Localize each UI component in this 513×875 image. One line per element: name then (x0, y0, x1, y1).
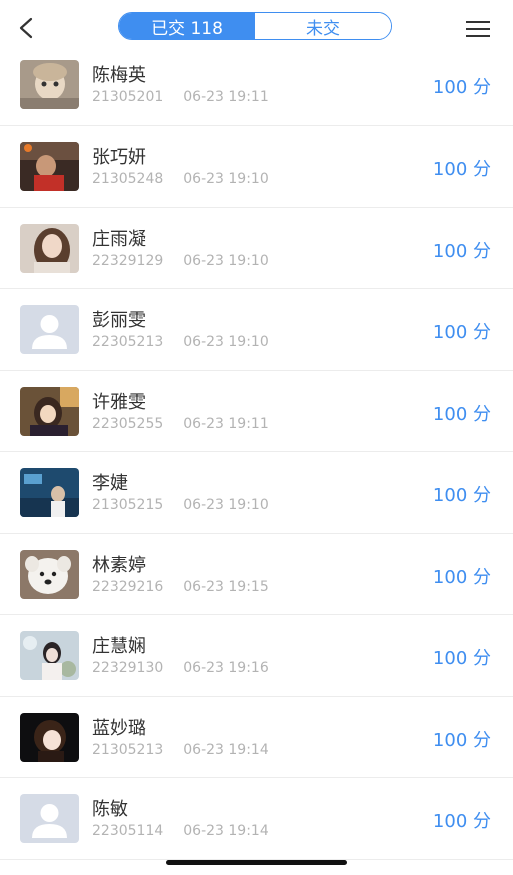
score: 100 分 (432, 240, 491, 262)
student-meta: 22305255 06-23 19:11 (92, 416, 269, 432)
list-item[interactable]: 庄慧娴 22329130 06-23 19:16 100 分 (0, 615, 513, 697)
student-meta: 21305213 06-23 19:14 (92, 742, 269, 758)
score: 100 分 (432, 566, 491, 588)
submission-tabs: 已交 118 未交 (118, 12, 392, 40)
list-item[interactable]: 许雅雯 22305255 06-23 19:11 100 分 (0, 370, 513, 452)
student-name: 许雅雯 (92, 391, 146, 413)
submit-time: 06-23 19:11 (183, 415, 269, 432)
list-item[interactable]: 张巧妍 21305248 06-23 19:10 100 分 (0, 126, 513, 208)
list-item[interactable]: 李婕 21305215 06-23 19:10 100 分 (0, 452, 513, 534)
submit-time: 06-23 19:14 (183, 741, 269, 758)
student-id: 22329130 (92, 660, 164, 676)
student-id: 21305248 (92, 171, 164, 187)
default-avatar-icon (20, 794, 79, 843)
student-id: 22329129 (92, 252, 164, 269)
student-id: 22329216 (92, 578, 164, 595)
submit-time: 06-23 19:14 (183, 823, 269, 839)
avatar (20, 468, 79, 517)
student-name: 蓝妙璐 (92, 717, 146, 739)
student-meta: 22305213 06-23 19:10 (92, 334, 269, 350)
avatar (20, 712, 79, 762)
list-item[interactable]: 陈敏 22305114 06-23 19:14 100 分 (0, 778, 513, 860)
list-item[interactable]: 庄雨凝 22329129 06-23 19:10 100 分 (0, 207, 513, 289)
submit-time: 06-23 19:10 (183, 252, 269, 269)
student-meta: 21305248 06-23 19:10 (92, 171, 269, 187)
student-meta: 22329130 06-23 19:16 (92, 660, 269, 676)
avatar (20, 386, 79, 436)
student-id: 22305255 (92, 415, 164, 432)
score: 100 分 (432, 729, 491, 751)
score: 100 分 (432, 811, 491, 832)
submit-time: 06-23 19:11 (183, 89, 269, 105)
score: 100 分 (432, 322, 491, 343)
student-name: 林素婷 (92, 554, 146, 576)
student-name: 陈梅英 (92, 65, 146, 86)
score: 100 分 (432, 159, 491, 180)
student-name: 彭丽雯 (92, 310, 146, 331)
student-meta: 21305201 06-23 19:11 (92, 89, 269, 105)
score: 100 分 (432, 403, 491, 425)
submit-time: 06-23 19:16 (183, 660, 269, 676)
menu-icon[interactable] (465, 20, 491, 38)
tab-submitted[interactable]: 已交 118 (119, 13, 255, 39)
submit-time: 06-23 19:15 (183, 578, 269, 595)
avatar (20, 60, 79, 109)
student-meta: 22329129 06-23 19:10 (92, 253, 269, 269)
student-meta: 22329216 06-23 19:15 (92, 579, 269, 595)
student-id: 21305201 (92, 89, 164, 105)
home-indicator (166, 860, 347, 865)
list-item[interactable]: 林素婷 22329216 06-23 19:15 100 分 (0, 533, 513, 615)
student-id: 22305213 (92, 334, 164, 350)
student-name: 陈敏 (92, 799, 128, 820)
list-item[interactable]: 彭丽雯 22305213 06-23 19:10 100 分 (0, 289, 513, 371)
submit-time: 06-23 19:10 (183, 171, 269, 187)
score: 100 分 (432, 648, 491, 669)
submit-time: 06-23 19:10 (183, 334, 269, 350)
avatar (20, 549, 79, 599)
student-name: 庄慧娴 (92, 636, 146, 657)
student-name: 李婕 (92, 473, 128, 494)
student-name: 庄雨凝 (92, 228, 146, 250)
avatar (20, 631, 79, 680)
score: 100 分 (432, 485, 491, 506)
tab-not-submitted[interactable]: 未交 (255, 13, 391, 39)
submit-time: 06-23 19:10 (183, 497, 269, 513)
avatar (20, 142, 79, 191)
score: 100 分 (432, 77, 491, 98)
student-meta: 21305215 06-23 19:10 (92, 497, 269, 513)
list-item[interactable]: 陈梅英 21305201 06-23 19:11 100 分 (0, 44, 513, 126)
avatar (20, 223, 79, 273)
student-id: 21305213 (92, 741, 164, 758)
student-meta: 22305114 06-23 19:14 (92, 823, 269, 839)
student-list: 陈梅英 21305201 06-23 19:11 100 分 张巧妍 213052… (0, 44, 513, 860)
student-id: 21305215 (92, 497, 164, 513)
back-arrow-icon[interactable] (14, 14, 40, 42)
student-name: 张巧妍 (92, 147, 146, 168)
student-id: 22305114 (92, 823, 164, 839)
list-item[interactable]: 蓝妙璐 21305213 06-23 19:14 100 分 (0, 696, 513, 778)
default-avatar-icon (20, 305, 79, 354)
